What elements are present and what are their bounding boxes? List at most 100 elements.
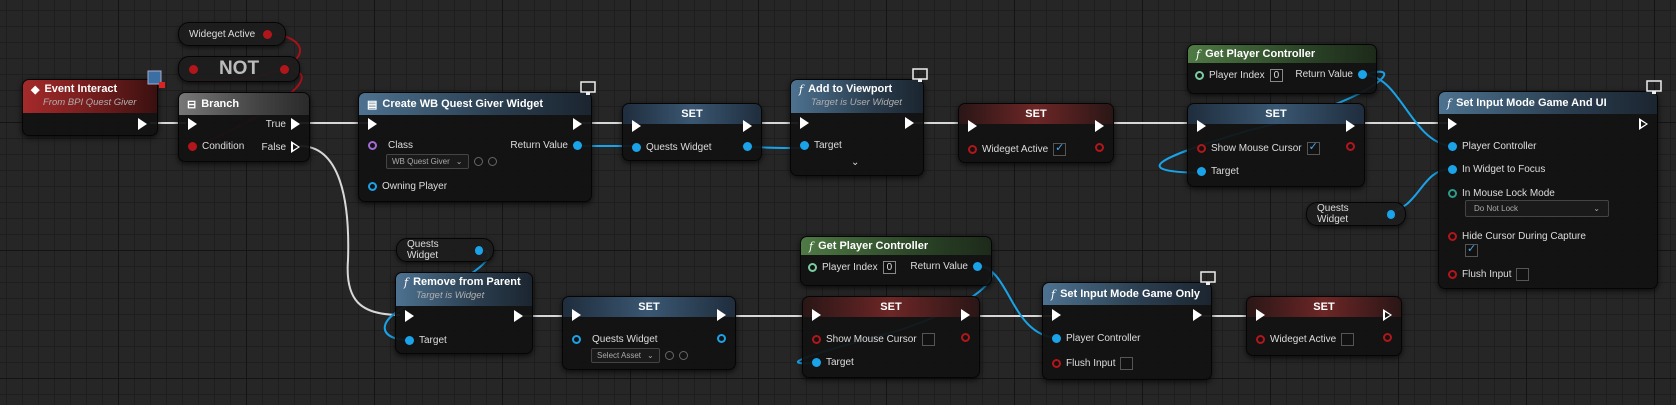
set-mouse-cursor-false-exec-out[interactable] — [961, 309, 970, 321]
set-widget-active-true-out[interactable] — [1095, 143, 1104, 152]
remove-from-parent-node[interactable]: f Remove from Parent Target is Widget Ta… — [395, 272, 533, 354]
mouse-lock-mode-pin[interactable]: In Mouse Lock Mode — [1448, 188, 1555, 199]
set-quests-widget-exec-in[interactable] — [632, 120, 641, 132]
add-to-viewport-exec-out[interactable] — [905, 117, 914, 129]
get-player-controller-bottom-return[interactable]: Return Value — [910, 261, 982, 272]
get-player-controller-top-return[interactable]: Return Value — [1295, 69, 1367, 80]
create-widget-node[interactable]: ▤ Create WB Quest Giver Widget Class WB … — [358, 81, 596, 202]
show-mouse-cursor-checkbox[interactable] — [1306, 140, 1320, 155]
add-to-viewport-target-pin[interactable]: Target — [800, 140, 842, 151]
player-index-top-input[interactable]: 0 — [1269, 69, 1284, 82]
set-input-mode-game-only-exec-in[interactable] — [1052, 309, 1061, 321]
select-asset-combo[interactable]: Select Asset ⌄ — [591, 348, 660, 363]
show-mouse-cursor-true-pin[interactable]: Show Mouse Cursor — [1197, 140, 1320, 155]
quests-widget-getter-right[interactable]: Quests Widget — [1306, 202, 1406, 226]
create-widget-return-pin[interactable]: Return Value — [510, 140, 582, 151]
browse-search-icon[interactable] — [678, 351, 688, 360]
set-quests-widget-pin[interactable]: Quests Widget — [632, 142, 712, 153]
set-widget-active-true-exec-out[interactable] — [1095, 120, 1104, 132]
set-mouse-cursor-true-node[interactable]: SET Show Mouse Cursor Target — [1187, 103, 1365, 187]
set-widget-active-false-exec-out[interactable] — [1383, 309, 1392, 321]
add-to-viewport-node[interactable]: f Add to Viewport Target is User Widget … — [790, 68, 928, 176]
set-quests-widget-null-node[interactable]: SET Quests Widget Select Asset ⌄ — [562, 296, 736, 370]
set-mouse-cursor-false-node[interactable]: SET Show Mouse Cursor Target — [802, 296, 980, 378]
hide-cursor-pin[interactable]: Hide Cursor During Capture — [1448, 231, 1586, 242]
set-quests-widget-null-exec-in[interactable] — [572, 309, 581, 321]
set-mouse-cursor-true-exec-in[interactable] — [1197, 120, 1206, 132]
use-asset-icon[interactable] — [664, 351, 674, 360]
not-output-pin[interactable] — [279, 64, 289, 74]
hide-cursor-checkbox-row[interactable] — [1465, 242, 1478, 257]
set-quests-widget-null-out[interactable] — [717, 334, 726, 343]
not-input-pin[interactable] — [189, 64, 198, 74]
class-combo[interactable]: WB Quest Giver ⌄ — [386, 154, 469, 169]
not-node[interactable]: NOT — [178, 56, 300, 82]
get-player-controller-top-node[interactable]: f Get Player Controller Player Index 0 Re… — [1187, 44, 1377, 94]
set-mouse-cursor-false-target-pin[interactable]: Target — [812, 357, 854, 368]
set-quests-widget-exec-out[interactable] — [743, 120, 752, 132]
quests-widget-getter-bottom[interactable]: Quests Widget — [396, 238, 494, 262]
branch-condition-pin[interactable]: Condition — [188, 141, 244, 152]
use-asset-icon[interactable] — [473, 157, 483, 166]
widget-active-false-checkbox[interactable] — [1341, 333, 1355, 346]
branch-true-pin[interactable]: True — [266, 118, 300, 130]
remove-from-parent-exec-in[interactable] — [405, 310, 414, 322]
player-controller-pin[interactable]: Player Controller — [1448, 141, 1536, 152]
widget-to-focus-pin[interactable]: In Widget to Focus — [1448, 164, 1545, 175]
set-mouse-cursor-true-exec-out[interactable] — [1346, 120, 1355, 132]
branch-false-pin[interactable]: False — [262, 141, 300, 153]
quests-widget-getter-bottom-pin[interactable] — [474, 245, 483, 255]
player-index-bottom-pin[interactable]: Player Index 0 — [808, 261, 897, 274]
game-only-flush-input-checkbox[interactable] — [1120, 357, 1134, 370]
show-mouse-cursor-false-pin[interactable]: Show Mouse Cursor — [812, 333, 935, 346]
set-quests-widget-out[interactable] — [743, 142, 752, 151]
blueprint-graph[interactable]: Wideget Active NOT ◆ Event Interact From… — [0, 0, 1676, 405]
set-widget-active-true-pin[interactable]: Wideget Active — [968, 141, 1067, 156]
select-asset-row[interactable]: Select Asset ⌄ — [591, 348, 688, 363]
create-widget-exec-in[interactable] — [368, 118, 377, 130]
show-mouse-cursor-true-out[interactable] — [1346, 142, 1355, 151]
set-widget-active-false-exec-in[interactable] — [1256, 309, 1265, 321]
create-widget-owning-player-pin[interactable]: Owning Player — [368, 181, 447, 192]
remove-from-parent-exec-out[interactable] — [514, 310, 523, 322]
branch-exec-in[interactable] — [188, 118, 197, 130]
event-exec-out[interactable] — [138, 118, 147, 130]
create-widget-class-pin[interactable]: Class — [368, 140, 413, 151]
set-input-mode-game-ui-exec-in[interactable] — [1448, 118, 1457, 130]
mouse-lock-mode-select[interactable]: Do Not Lock ⌄ — [1465, 200, 1609, 217]
get-player-controller-bottom-node[interactable]: f Get Player Controller Player Index 0 Re… — [800, 236, 992, 286]
set-input-mode-game-only-node[interactable]: f Set Input Mode Game Only Player Contro… — [1042, 271, 1216, 380]
widget-active-checkbox[interactable] — [1053, 141, 1067, 156]
set-widget-active-true-exec-in[interactable] — [968, 120, 977, 132]
expand-arrow-icon[interactable]: ⌄ — [851, 157, 859, 168]
set-mouse-cursor-true-target-pin[interactable]: Target — [1197, 166, 1239, 177]
show-mouse-cursor-false-checkbox[interactable] — [921, 333, 935, 346]
event-interact-node[interactable]: ◆ Event Interact From BPI Quest Giver — [22, 70, 165, 136]
set-input-mode-game-ui-node[interactable]: f Set Input Mode Game And UI Player Cont… — [1438, 80, 1662, 289]
widget-active-getter[interactable]: Wideget Active — [178, 22, 286, 46]
widget-active-output-pin[interactable] — [263, 29, 273, 39]
quests-widget-getter-right-pin[interactable] — [1386, 209, 1395, 219]
flush-input-pin[interactable]: Flush Input — [1448, 268, 1530, 281]
set-widget-active-false-out[interactable] — [1383, 333, 1392, 342]
set-input-mode-game-only-exec-out[interactable] — [1193, 309, 1202, 321]
create-widget-class-select[interactable]: WB Quest Giver ⌄ — [386, 154, 497, 169]
game-only-flush-input-pin[interactable]: Flush Input — [1052, 357, 1134, 370]
set-input-mode-game-ui-exec-out[interactable] — [1639, 118, 1648, 130]
player-index-top-pin[interactable]: Player Index 0 — [1195, 69, 1284, 82]
game-only-player-controller-pin[interactable]: Player Controller — [1052, 333, 1140, 344]
set-quests-widget-node[interactable]: SET Quests Widget — [622, 103, 762, 161]
set-widget-active-true-node[interactable]: SET Wideget Active — [958, 103, 1114, 163]
set-mouse-cursor-false-exec-in[interactable] — [812, 309, 821, 321]
add-to-viewport-exec-in[interactable] — [800, 117, 809, 129]
set-quests-widget-null-pin[interactable]: Quests Widget — [572, 334, 658, 345]
browse-search-icon[interactable] — [487, 157, 497, 166]
hide-cursor-checkbox[interactable] — [1465, 242, 1478, 257]
create-widget-exec-out[interactable] — [573, 118, 582, 130]
show-mouse-cursor-false-out[interactable] — [961, 333, 970, 342]
player-index-bottom-input[interactable]: 0 — [882, 261, 897, 274]
set-widget-active-false-node[interactable]: SET Wideget Active — [1246, 296, 1402, 356]
branch-node[interactable]: ⊟ Branch True Condition False — [178, 92, 310, 162]
flush-input-checkbox[interactable] — [1516, 268, 1530, 281]
set-widget-active-false-pin[interactable]: Wideget Active — [1256, 333, 1355, 346]
